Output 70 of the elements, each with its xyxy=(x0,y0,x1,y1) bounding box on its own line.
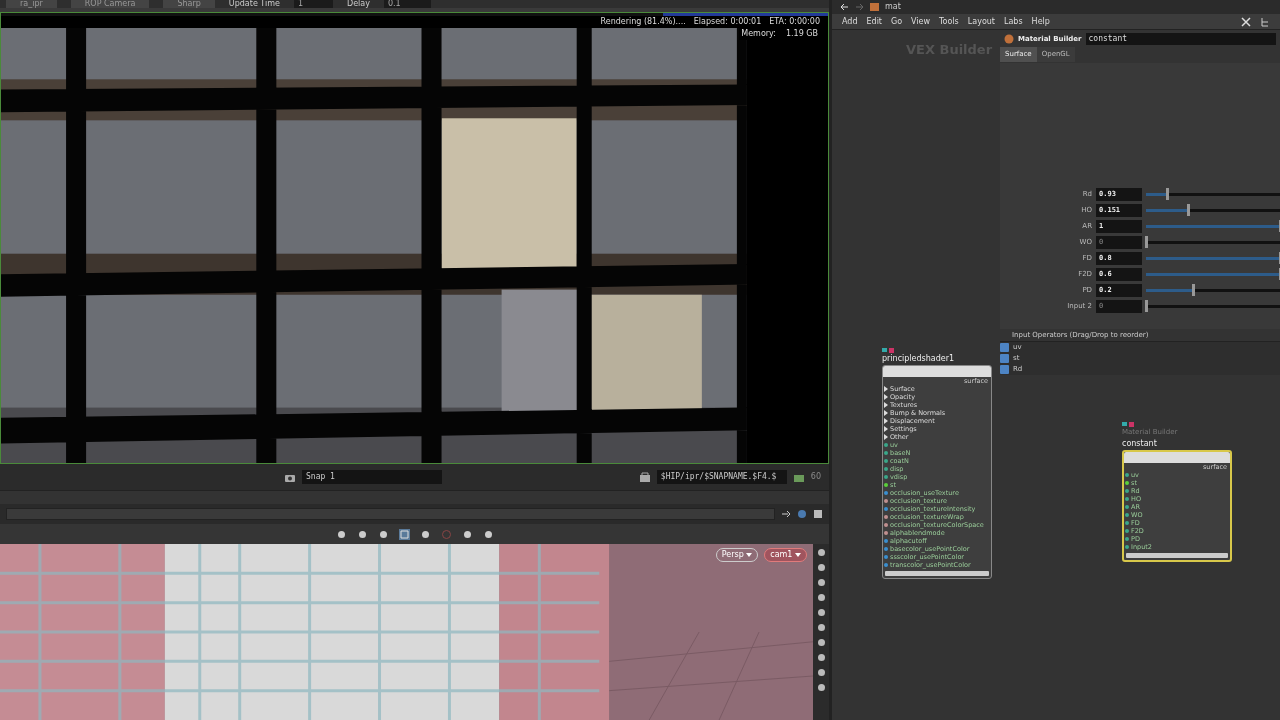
port-dot[interactable] xyxy=(1125,512,1129,517)
node-name: constant xyxy=(1122,437,1158,450)
menu-item[interactable]: Layout xyxy=(967,15,995,28)
menu-item[interactable]: Add xyxy=(842,15,858,28)
port-dot[interactable] xyxy=(884,491,888,495)
output-path-field[interactable]: $HIP/ipr/$SNAPNAME.$F4.$ xyxy=(656,470,787,484)
field-label: Update Time xyxy=(228,0,280,8)
port-dot[interactable] xyxy=(884,507,888,511)
node-icon xyxy=(1004,34,1014,44)
port-dot[interactable] xyxy=(884,547,888,551)
port-dot[interactable] xyxy=(884,555,888,559)
memory-value: 1.19 GB xyxy=(785,28,818,40)
network-icon[interactable] xyxy=(870,2,879,12)
slider-handle[interactable] xyxy=(1166,188,1170,200)
field-label: Delay xyxy=(347,0,370,8)
port-dot[interactable] xyxy=(884,499,888,503)
port-dot[interactable] xyxy=(884,451,888,455)
camera-menu[interactable]: cam1 xyxy=(764,548,807,562)
caret-icon xyxy=(795,552,801,557)
slider-handle[interactable] xyxy=(1145,300,1148,312)
port-dot[interactable] xyxy=(884,459,888,463)
eta-time: ETA: 0:00:00 xyxy=(769,16,820,28)
frame-number: 60 xyxy=(810,471,821,483)
port-dot[interactable] xyxy=(884,523,888,527)
port-dot[interactable] xyxy=(884,531,888,535)
elapsed-time: Elapsed: 0:00:01 xyxy=(693,16,762,28)
port-dot[interactable] xyxy=(884,539,888,543)
snapshot-name-field[interactable]: Snap 1 xyxy=(302,470,442,484)
port-dot[interactable] xyxy=(1125,544,1129,549)
port-dot[interactable] xyxy=(884,475,888,479)
path-segment[interactable]: mat xyxy=(885,1,901,13)
grid-icon[interactable] xyxy=(398,528,410,540)
menu-item[interactable]: Edit xyxy=(866,15,882,28)
dropdown-field[interactable]: ROP Camera xyxy=(70,0,150,8)
port-dot[interactable] xyxy=(1125,480,1129,485)
input-field[interactable]: 1 xyxy=(293,0,333,8)
port-dot[interactable] xyxy=(884,515,888,519)
dropdown-field[interactable]: Sharp xyxy=(163,0,215,8)
menu-item[interactable]: View xyxy=(911,15,931,28)
menu-item[interactable]: Help xyxy=(1031,15,1050,28)
port-dot[interactable] xyxy=(1125,520,1129,525)
forward-icon[interactable] xyxy=(855,3,864,11)
port-dot[interactable] xyxy=(1125,528,1129,533)
dropdown-field[interactable]: ra_ipr xyxy=(6,0,57,8)
node-body[interactable] xyxy=(882,365,992,579)
port-dot[interactable] xyxy=(1125,488,1129,493)
node-name: principledshader1 xyxy=(882,353,956,365)
menu-item[interactable]: Tools xyxy=(939,15,959,28)
port-dot[interactable] xyxy=(1125,472,1129,477)
dropdown-field[interactable] xyxy=(6,508,775,520)
node-name-field[interactable]: constant xyxy=(1085,33,1276,45)
port-dot[interactable] xyxy=(884,483,888,487)
slider-handle[interactable] xyxy=(1191,284,1195,296)
slider-handle[interactable] xyxy=(1186,204,1190,216)
slider-handle[interactable] xyxy=(1145,236,1148,248)
port-dot[interactable] xyxy=(884,443,888,447)
caret-icon xyxy=(746,552,753,557)
circle-icon[interactable] xyxy=(797,509,807,519)
port-dot[interactable] xyxy=(1125,504,1129,509)
tree-icon[interactable] xyxy=(1260,16,1270,27)
back-icon[interactable] xyxy=(840,3,849,11)
port-dot[interactable] xyxy=(884,467,888,471)
port-dot[interactable] xyxy=(1125,536,1129,541)
menu-item[interactable]: Go xyxy=(891,15,903,28)
render-status: Rendering (81.4%).... xyxy=(600,16,686,28)
input-field[interactable]: 0.1 xyxy=(383,0,431,8)
port-dot[interactable] xyxy=(884,563,888,567)
menu-item[interactable]: Labs xyxy=(1004,15,1023,28)
port-dot[interactable] xyxy=(1125,496,1129,501)
memory-label: Memory: xyxy=(741,28,776,40)
